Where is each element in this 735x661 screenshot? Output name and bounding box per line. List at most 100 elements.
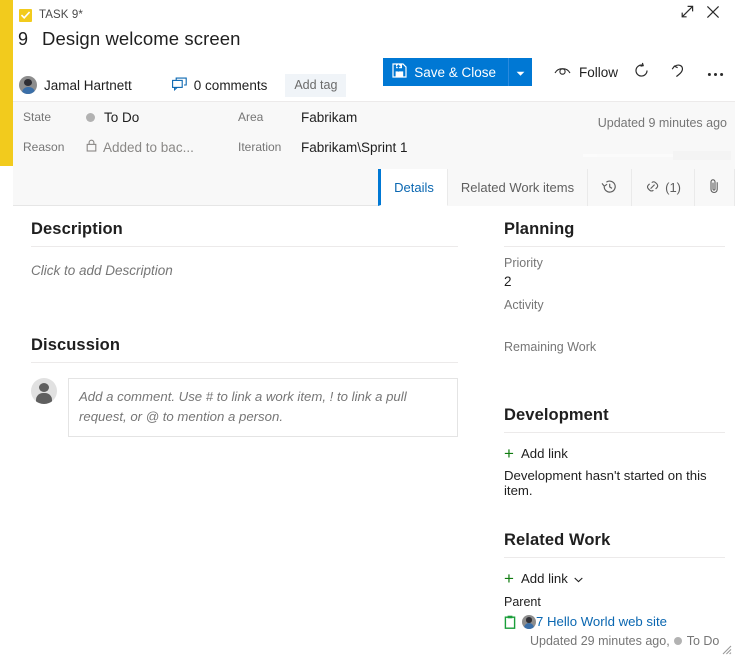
- expand-button[interactable]: [674, 2, 700, 24]
- save-disk-icon: [392, 63, 407, 81]
- related-work-item-updated: Updated 29 minutes ago,: [530, 634, 670, 648]
- refresh-button[interactable]: [627, 58, 655, 86]
- work-item-type-color-bar: [0, 0, 13, 166]
- related-work-add-link-button[interactable]: + Add link: [504, 558, 583, 587]
- comment-bubble-icon: [172, 77, 187, 94]
- chevron-down-icon: [516, 65, 525, 80]
- tab-links[interactable]: (1): [632, 169, 695, 206]
- state-dot-icon: [674, 637, 682, 645]
- state-field[interactable]: State To Do: [23, 110, 238, 125]
- work-item-form: TASK 9* 9 Design welcome screen Jamal Ha…: [0, 0, 735, 661]
- refresh-icon: [633, 62, 650, 82]
- scrollbar-thumb[interactable]: [673, 151, 731, 160]
- avatar: [522, 615, 536, 629]
- task-check-icon: [19, 9, 32, 22]
- area-value: Fabrikam: [301, 110, 357, 125]
- link-icon: [645, 179, 660, 197]
- close-button[interactable]: [700, 2, 726, 24]
- description-input[interactable]: Click to add Description: [31, 247, 458, 278]
- priority-label: Priority: [504, 247, 725, 270]
- iteration-value: Fabrikam\Sprint 1: [301, 140, 408, 155]
- product-backlog-item-icon: [504, 615, 516, 632]
- left-column: Description Click to add Description Dis…: [13, 206, 480, 661]
- description-heading: Description: [31, 206, 458, 247]
- save-and-close-button[interactable]: Save & Close: [383, 58, 508, 86]
- close-icon: [706, 5, 720, 22]
- assigned-to-value[interactable]: Jamal Hartnett: [44, 78, 132, 93]
- field-strip-scrollbar[interactable]: [583, 151, 731, 160]
- comments-link[interactable]: 0 comments: [172, 77, 268, 94]
- tab-related-work-items-label: Related Work items: [461, 180, 574, 195]
- area-field[interactable]: Area Fabrikam: [238, 110, 478, 125]
- area-label: Area: [238, 110, 301, 124]
- eye-icon: [554, 65, 571, 80]
- iteration-label: Iteration: [238, 140, 301, 154]
- tab-history[interactable]: [588, 169, 632, 206]
- plus-icon: +: [504, 445, 514, 462]
- page-title[interactable]: Design welcome screen: [42, 28, 241, 50]
- description-spacer: [31, 278, 458, 322]
- remaining-work-value[interactable]: [504, 354, 725, 373]
- current-user-avatar: [31, 378, 57, 404]
- comment-input[interactable]: Add a comment. Use # to link a work item…: [68, 378, 458, 437]
- work-item-id: 9: [18, 29, 28, 50]
- development-heading: Development: [504, 392, 725, 433]
- state-label: State: [23, 110, 86, 124]
- history-clock-icon: [601, 178, 618, 198]
- header-toolbar: Save & Close Follow: [383, 58, 729, 86]
- tab-details-label: Details: [394, 180, 434, 195]
- follow-button[interactable]: Follow: [554, 65, 618, 80]
- discussion-heading: Discussion: [31, 322, 458, 363]
- breadcrumb: TASK 9*: [13, 0, 735, 26]
- tab-attachments[interactable]: [695, 169, 735, 206]
- development-empty-note: Development hasn't started on this item.: [504, 462, 725, 498]
- resize-grip-icon[interactable]: [718, 641, 732, 658]
- related-work-item-link[interactable]: 7 Hello World web site: [536, 614, 667, 629]
- paperclip-icon: [708, 178, 721, 197]
- chevron-down-icon: [574, 571, 583, 586]
- field-strip: State To Do Area Fabrikam Reason: [13, 101, 735, 169]
- state-dot-icon: [86, 113, 95, 122]
- iteration-field[interactable]: Iteration Fabrikam\Sprint 1: [238, 140, 478, 155]
- right-column: Planning Priority 2 Activity Remaining W…: [493, 206, 735, 661]
- planning-heading: Planning: [504, 206, 725, 247]
- state-value: To Do: [104, 110, 139, 125]
- add-tag-button[interactable]: Add tag: [285, 74, 346, 97]
- avatar: [19, 76, 37, 94]
- reason-label: Reason: [23, 140, 86, 154]
- state-value-wrap: To Do: [86, 110, 139, 125]
- breadcrumb-label: TASK 9*: [39, 9, 83, 21]
- reason-field: Reason Added to bac...: [23, 139, 238, 155]
- title-row: 9 Design welcome screen: [13, 26, 735, 60]
- related-work-item-row[interactable]: 7 Hello World web site: [504, 609, 725, 632]
- undo-button[interactable]: [664, 58, 692, 86]
- tab-details[interactable]: Details: [378, 169, 448, 206]
- tab-strip: Details Related Work items (: [13, 169, 735, 206]
- priority-value[interactable]: 2: [504, 270, 725, 289]
- development-add-link-label: Add link: [521, 446, 568, 461]
- activity-value[interactable]: [504, 312, 725, 331]
- discussion-compose-row: Add a comment. Use # to link a work item…: [31, 363, 458, 437]
- more-actions-button[interactable]: [701, 58, 729, 86]
- scrollbar-left-arrow[interactable]: [583, 154, 597, 157]
- plus-icon: +: [504, 570, 514, 587]
- tab-related-work-items[interactable]: Related Work items: [448, 169, 588, 206]
- undo-icon: [670, 62, 687, 82]
- reason-value-wrap: Added to bac...: [86, 139, 194, 155]
- window-buttons: [674, 2, 726, 24]
- ellipsis-icon: [707, 65, 724, 80]
- related-work-item-state: To Do: [687, 634, 720, 648]
- related-work-item-meta: Updated 29 minutes ago, To Do: [504, 632, 725, 648]
- reason-value: Added to bac...: [103, 140, 194, 155]
- expand-diagonal-icon: [680, 5, 694, 22]
- development-add-link-button[interactable]: + Add link: [504, 433, 568, 462]
- save-options-caret[interactable]: [508, 58, 532, 86]
- tab-links-count: (1): [665, 180, 681, 195]
- related-work-add-link-label: Add link: [521, 571, 568, 586]
- save-and-close-label: Save & Close: [414, 65, 496, 80]
- activity-label: Activity: [504, 289, 725, 312]
- work-item-body: Description Click to add Description Dis…: [13, 206, 735, 661]
- planning-spacer: [504, 373, 725, 392]
- updated-timestamp: Updated 9 minutes ago: [598, 116, 727, 130]
- work-item-header: TASK 9* 9 Design welcome screen Jamal Ha…: [13, 0, 735, 101]
